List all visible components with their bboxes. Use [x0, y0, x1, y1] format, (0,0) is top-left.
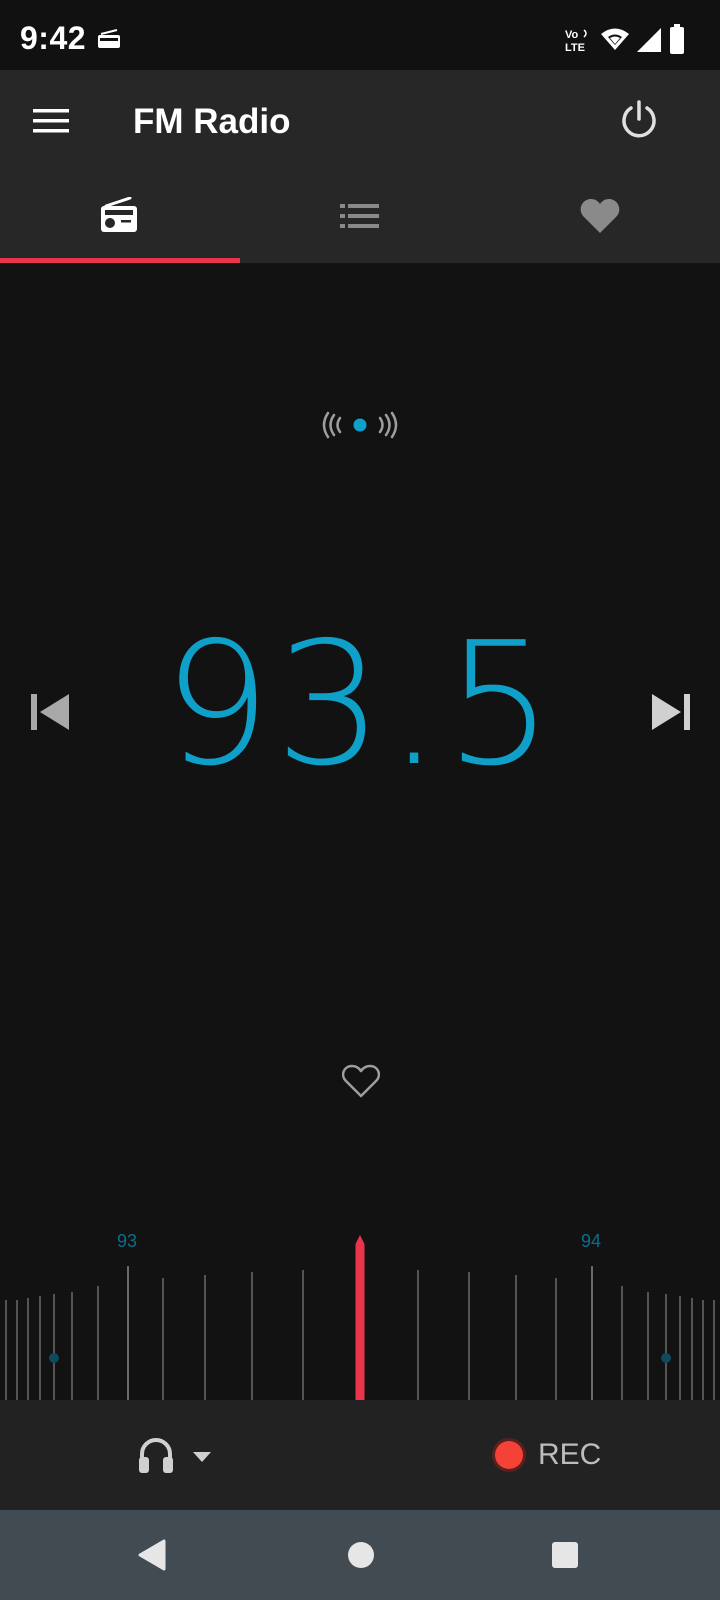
tuner-station-marker-right	[661, 1353, 671, 1363]
rec-label[interactable]: REC	[538, 1438, 601, 1472]
wifi-icon	[601, 28, 629, 50]
status-time: 9:42	[20, 20, 87, 56]
svg-text:Vo: Vo	[565, 29, 579, 41]
tab-favorites[interactable]	[480, 170, 720, 263]
home-icon[interactable]	[347, 1541, 375, 1569]
heart-outline-icon[interactable]	[342, 1064, 380, 1098]
frequency-display: 93.5	[162, 606, 558, 804]
page-title: FM Radio	[133, 102, 291, 141]
skip-next-icon[interactable]	[651, 693, 691, 731]
svg-text:LTE: LTE	[565, 42, 585, 53]
back-icon[interactable]	[138, 1539, 166, 1571]
list-icon	[340, 204, 379, 228]
system-nav-bar	[0, 1510, 720, 1600]
cell-signal-icon	[637, 28, 661, 52]
bottom-bar	[0, 1400, 720, 1510]
recents-icon[interactable]	[551, 1541, 579, 1569]
tab-station-list[interactable]	[240, 170, 480, 263]
tuner-indicator-needle[interactable]	[355, 1235, 365, 1400]
volte-icon: Vo LTE	[565, 29, 587, 53]
battery-icon	[670, 24, 684, 54]
tuner-dial[interactable]	[0, 1230, 720, 1400]
status-bar: 9:42 Vo LTE	[0, 0, 720, 70]
tab-bar	[0, 170, 720, 263]
tuner-station-marker-left	[49, 1353, 59, 1363]
app-bar: FM Radio	[0, 70, 720, 170]
power-icon[interactable]	[620, 100, 658, 140]
heart-filled-icon	[580, 199, 620, 233]
radio-icon	[101, 197, 137, 232]
tab-radio[interactable]	[0, 170, 240, 263]
dropdown-arrow-icon[interactable]	[193, 1452, 211, 1462]
hamburger-menu-icon[interactable]	[33, 108, 69, 134]
radio-notification-icon	[98, 29, 120, 48]
record-button[interactable]	[490, 1436, 528, 1474]
headphones-icon[interactable]	[138, 1436, 174, 1474]
broadcast-signal-icon	[322, 411, 398, 439]
